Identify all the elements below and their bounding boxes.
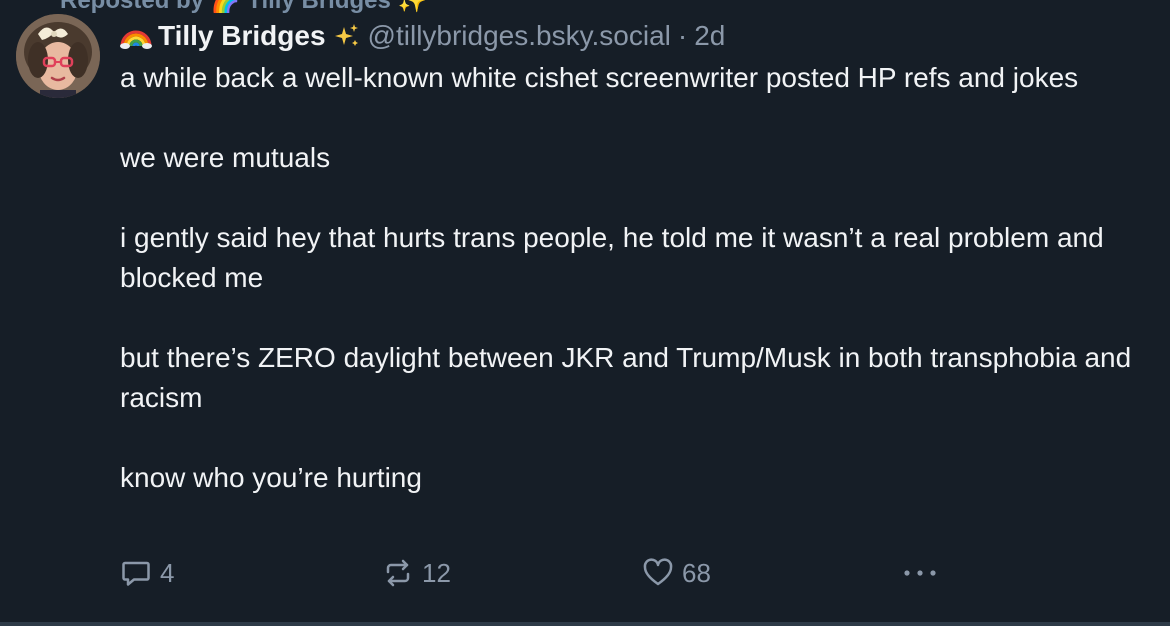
repost-count: 12 bbox=[422, 557, 451, 588]
author-handle[interactable]: @tillybridges.bsky.social bbox=[368, 20, 671, 52]
like-count: 68 bbox=[682, 557, 711, 588]
repost-label: Reposted by 🌈 Tilly Bridges ✨ bbox=[60, 0, 428, 14]
avatar-image bbox=[16, 14, 100, 98]
avatar[interactable] bbox=[16, 14, 100, 98]
repost-icon bbox=[386, 559, 410, 587]
post-timestamp[interactable]: 2d bbox=[694, 20, 725, 52]
reply-count: 4 bbox=[160, 557, 175, 588]
like-button[interactable]: 68 bbox=[642, 553, 711, 593]
author-display-name[interactable]: Tilly Bridges bbox=[158, 20, 326, 52]
post-text: a while back a well-known white cishet s… bbox=[120, 58, 1150, 498]
post-header: Tilly Bridges @tillybridges.bsky.social … bbox=[120, 18, 725, 54]
heart-icon bbox=[643, 558, 673, 586]
post-divider bbox=[0, 622, 1170, 626]
post-paragraph: i gently said hey that hurts trans peopl… bbox=[120, 222, 1104, 293]
repost-button[interactable]: 12 bbox=[382, 553, 451, 593]
more-horizontal-icon bbox=[904, 570, 936, 576]
post-paragraph: a while back a well-known white cishet s… bbox=[120, 62, 1079, 93]
rainbow-icon bbox=[120, 30, 152, 49]
sparkles-icon bbox=[334, 24, 358, 46]
post-actions: 4 12 68 bbox=[120, 553, 940, 593]
more-options-button[interactable] bbox=[900, 553, 948, 593]
post-paragraph: but there’s ZERO daylight between JKR an… bbox=[120, 342, 1132, 413]
reply-icon bbox=[122, 561, 150, 586]
repost-indicator[interactable]: Reposted by 🌈 Tilly Bridges ✨ bbox=[60, 0, 427, 15]
reply-button[interactable]: 4 bbox=[120, 553, 174, 593]
post-paragraph: know who you’re hurting bbox=[120, 462, 422, 493]
post-paragraph: we were mutuals bbox=[120, 142, 331, 173]
header-separator: · bbox=[677, 20, 688, 51]
